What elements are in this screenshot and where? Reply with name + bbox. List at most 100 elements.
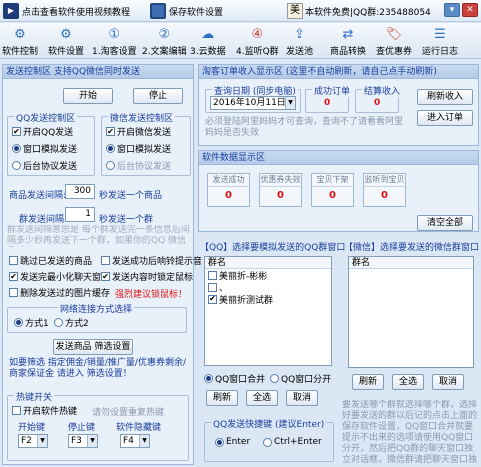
- refresh-income-button[interactable]: 刷新收入: [417, 89, 473, 105]
- toolbar-item-9[interactable]: 🏷 查优惠券: [376, 25, 412, 58]
- qq-group-row[interactable]: 、: [205, 281, 331, 294]
- toolbar-item-1[interactable]: ⚙ 软件控制: [2, 25, 38, 58]
- minimize-button[interactable]: ▾: [444, 3, 460, 17]
- qq-protocol-mode-radio[interactable]: 后台协议发送: [12, 159, 77, 172]
- wechat-group-list[interactable]: 群名: [348, 256, 474, 368]
- filter-settings-button[interactable]: 发送商品 筛选设置: [53, 339, 133, 355]
- minimize-chat-checkbox[interactable]: ✔ 发送完最小化聊天窗口: [9, 270, 110, 283]
- num-2-icon: ②: [158, 26, 171, 42]
- wechat-refresh-button[interactable]: 刷新: [352, 374, 384, 390]
- top-bar: ▶ 点击查看软件使用视频教程 保存软件设置 美 本软件免费|QQ群:235488…: [0, 0, 481, 22]
- wechat-send-group: 微信发送控制区 ✔ 开启微信发送 窗口模拟发送 后台协议发送: [101, 111, 191, 176]
- group-interval-suffix: 秒发送一个群: [99, 215, 154, 225]
- group-interval-overlay-note: 群发送间隔意思是 每个群发送完一条信息后间隔多少秒再发送下一个群，如果你的QQ …: [7, 225, 190, 246]
- qq-select-all-button[interactable]: 全选: [246, 390, 278, 406]
- num-3-icon: ☁: [201, 26, 215, 42]
- qq-shortcut-group: QQ发送快捷键 (建议Enter) Enter Ctrl+Enter: [204, 417, 334, 462]
- net-mode2-radio[interactable]: 方式2: [54, 316, 89, 329]
- qq-window-split-radio[interactable]: QQ窗口分开: [270, 372, 331, 385]
- ctrl-enter-shortcut-radio[interactable]: Ctrl+Enter: [263, 437, 322, 447]
- window-controls: ▾ ✕: [444, 3, 478, 17]
- enter-shortcut-radio[interactable]: Enter: [215, 437, 250, 447]
- qq-send-group: QQ发送控制区 ✔ 开启QQ发送 窗口模拟发送 后台协议发送: [7, 111, 95, 176]
- hide-key-select[interactable]: F4 ▼: [120, 434, 150, 448]
- stat-box: 优惠券失效 0: [259, 173, 302, 207]
- enable-hotkey-checkbox[interactable]: 开启软件热键: [12, 404, 77, 417]
- toolbar-item-label: 4.监听Q群: [236, 47, 279, 57]
- qq-cancel-button[interactable]: 取消: [286, 390, 318, 406]
- qq-refresh-button[interactable]: 刷新: [206, 390, 238, 406]
- wechat-group-col-header: 群名: [349, 257, 473, 269]
- num-4-icon: ④: [251, 26, 264, 42]
- toolbar-item-3[interactable]: ① 1.淘客设置: [92, 25, 137, 58]
- hotkey-group: 热键开关 开启软件热键 请勿设置重复热键 开始键 F2 ▼ 停止键 F3 ▼ 软件隐…: [7, 390, 189, 461]
- wechat-group-select-area: 【微信】选择要发送的微信群窗口 群名 刷新 全选 取消: [342, 236, 479, 394]
- toolbar-item-label: 3.云数据: [190, 47, 226, 57]
- sound-tip-checkbox[interactable]: 发送成功后响铃提示音: [101, 254, 202, 267]
- wechat-select-all-button[interactable]: 全选: [392, 374, 424, 390]
- qq-group-row[interactable]: ✔ 美丽折测试群: [205, 293, 331, 306]
- chevron-down-icon: ▼: [139, 435, 149, 447]
- qq-window-mode-radio[interactable]: 窗口模拟发送: [12, 142, 77, 155]
- stop-key-label: 停止键: [68, 423, 96, 433]
- query-date-group: 查询日期 (同步电脑) 2016年10月11日 ▼: [205, 84, 301, 113]
- qq-group-select-area: 【QQ】选择要模拟发送的QQ群窗口 群名 美丽折-彬彬、 ✔ 美丽折测试群 QQ窗口…: [198, 236, 345, 408]
- qq-window-merge-radio[interactable]: QQ窗口合并: [204, 372, 265, 385]
- clear-all-button[interactable]: 清空全部: [417, 215, 473, 231]
- gear-icon: ⚙: [14, 26, 26, 42]
- row-checkbox[interactable]: ✔: [208, 294, 217, 304]
- start-key-label: 开始键: [18, 423, 46, 433]
- stop-button[interactable]: 停止: [133, 88, 183, 104]
- wechat-protocol-mode-radio[interactable]: 后台协议发送: [106, 159, 171, 172]
- save-icon: [150, 3, 166, 19]
- stat-box: 监听到宝贝 0: [363, 173, 406, 207]
- stat-label: 监听到宝贝: [364, 174, 405, 187]
- enter-order-button[interactable]: 进入订单: [417, 110, 473, 126]
- toolbar-item-8[interactable]: ⇄ 商品转换: [330, 25, 366, 58]
- tutorial-button[interactable]: ▶ 点击查看软件使用视频教程: [3, 2, 130, 20]
- start-key-select[interactable]: F2 ▼: [18, 434, 48, 448]
- toolbar-item-6[interactable]: ④ 4.监听Q群: [236, 25, 279, 58]
- start-button[interactable]: 开始: [63, 88, 113, 104]
- goods-interval-input[interactable]: 300: [65, 184, 95, 199]
- taoke-note: 必须登陆阿里妈妈才可查询，查询不了请看看阿里妈妈是否失效: [205, 117, 404, 138]
- qq-group-list[interactable]: 群名 美丽折-彬彬、 ✔ 美丽折测试群: [204, 256, 332, 366]
- stop-key-select[interactable]: F3 ▼: [68, 434, 98, 448]
- stat-value: 0: [329, 190, 336, 201]
- toolbar-item-5[interactable]: ☁ 3.云数据: [190, 25, 226, 58]
- network-mode-group: 网络连接方式选择 方式1 方式2: [7, 302, 187, 333]
- group-interval-label: 群发送间隔:: [19, 215, 68, 225]
- toolbar-item-10[interactable]: ☰ 运行日志: [422, 25, 458, 58]
- chevron-down-icon: ▼: [37, 435, 47, 447]
- filter-note: 如要筛选 指定佣金/销量/推广量/优惠券剩余/商家保证金 请进入 筛选设置！: [9, 358, 186, 379]
- lock-mouse-checkbox[interactable]: ✔ 发送内容时锁定鼠标: [101, 270, 193, 283]
- net-mode1-radio[interactable]: 方式1: [14, 316, 49, 329]
- wechat-group-title: 【微信】选择要发送的微信群窗口: [344, 243, 480, 253]
- hide-key-label: 软件隐藏键: [116, 423, 162, 433]
- save-settings-button[interactable]: 保存软件设置: [150, 2, 223, 20]
- enable-wechat-send-checkbox[interactable]: ✔ 开启微信发送: [106, 125, 171, 138]
- toolbar-item-2[interactable]: ⚙ 软件设置: [48, 25, 84, 58]
- delete-cache-checkbox[interactable]: 删除发送过的图片缓存: [9, 286, 110, 299]
- close-button[interactable]: ✕: [462, 3, 478, 17]
- toolbar-item-label: 2.文案编辑: [142, 47, 187, 57]
- skip-sent-checkbox[interactable]: 跳过已发送的商品: [9, 254, 92, 267]
- group-interval-input[interactable]: 1: [65, 207, 95, 222]
- qq-group-name: 美丽折测试群: [219, 295, 274, 306]
- chevron-down-icon: ▼: [87, 435, 97, 447]
- qq-group-col-header: 群名: [205, 257, 331, 269]
- wechat-window-mode-radio[interactable]: 窗口模拟发送: [106, 142, 171, 155]
- toolbar-item-4[interactable]: ② 2.文案编辑: [142, 25, 187, 58]
- send-control-panel: 发送控制区 支持QQ微信同时发送 开始 停止 QQ发送控制区 ✔ 开启QQ发送 窗…: [2, 64, 202, 465]
- wechat-cancel-button[interactable]: 取消: [432, 374, 464, 390]
- success-orders-box: 成功订单 0: [305, 84, 353, 113]
- enable-qq-send-checkbox[interactable]: ✔ 开启QQ发送: [12, 125, 73, 138]
- query-date-picker[interactable]: 2016年10月11日 ▼: [210, 96, 296, 110]
- stat-box: 发送成功 0: [207, 173, 250, 207]
- row-checkbox[interactable]: [208, 270, 217, 280]
- toolbar-item-label: 1.淘客设置: [92, 47, 137, 57]
- toolbar-item-7[interactable]: ⇪ 发送池: [286, 25, 313, 58]
- qq-group-row[interactable]: 美丽折-彬彬: [205, 269, 331, 282]
- coupon-icon: 🏷: [385, 26, 403, 42]
- row-checkbox[interactable]: [208, 282, 217, 292]
